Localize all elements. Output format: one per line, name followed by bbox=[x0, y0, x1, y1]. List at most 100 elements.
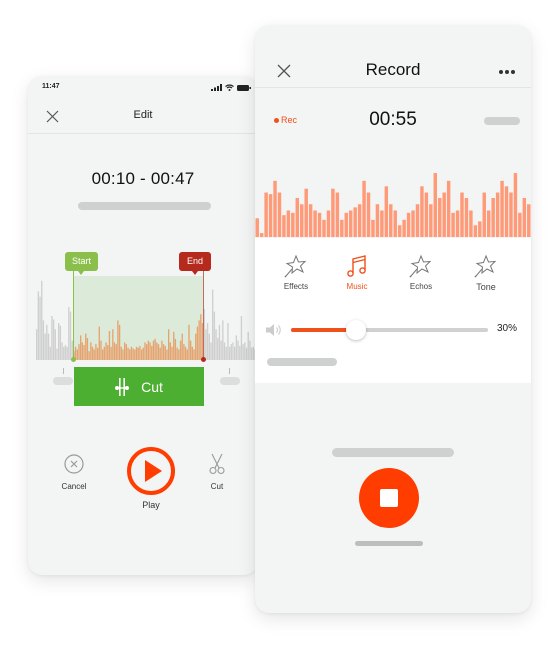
waveform-bar bbox=[157, 344, 160, 360]
cut-selection-button[interactable]: Cut bbox=[74, 367, 204, 406]
waveform-bar bbox=[451, 212, 455, 237]
waveform-bar bbox=[36, 329, 38, 360]
start-marker-line[interactable] bbox=[73, 271, 74, 360]
waveform-bar bbox=[486, 210, 491, 237]
waveform-bar bbox=[469, 210, 473, 237]
waveform-bar bbox=[59, 325, 62, 360]
waveform-bar bbox=[93, 349, 95, 360]
waveform-bar bbox=[151, 345, 153, 360]
waveform-bar bbox=[375, 204, 380, 237]
waveform-bar bbox=[198, 320, 200, 360]
play-button[interactable]: Play bbox=[125, 446, 177, 510]
waveform-bar bbox=[88, 351, 90, 360]
waveform-bar bbox=[46, 324, 48, 360]
waveform-bar bbox=[52, 319, 55, 360]
effect-echos[interactable]: Echos bbox=[396, 254, 446, 291]
waveform-bar bbox=[206, 323, 209, 360]
waveform-bar bbox=[205, 329, 207, 360]
volume-slider[interactable] bbox=[291, 320, 488, 340]
waveform-bar bbox=[69, 311, 72, 360]
effect-label: Tone bbox=[476, 282, 496, 292]
waveform-bar bbox=[300, 204, 304, 237]
waveform-bar bbox=[183, 344, 185, 360]
effect-label: Echos bbox=[409, 282, 433, 291]
edit-screen: 11:47 Edit 00:10 - 00:47 Start End Cut C… bbox=[28, 76, 258, 575]
waveform-bar bbox=[518, 212, 522, 237]
waveform-bar bbox=[142, 347, 144, 360]
waveform-bar bbox=[103, 346, 106, 360]
effect-tone[interactable]: Tone bbox=[461, 254, 511, 292]
waveform-bar bbox=[240, 316, 243, 360]
more-options-icon[interactable] bbox=[499, 70, 515, 74]
waveform-bar bbox=[127, 347, 129, 360]
stop-record-button[interactable] bbox=[359, 468, 419, 528]
magic-star-icon bbox=[409, 254, 432, 278]
waveform-bar bbox=[322, 219, 326, 237]
signal-icon bbox=[211, 84, 222, 91]
waveform-bar bbox=[286, 210, 291, 237]
waveform-bar bbox=[152, 340, 155, 360]
record-screen: Record Rec 00:55 Effects Music Echos Ton… bbox=[255, 25, 531, 613]
cancel-label: Cancel bbox=[61, 482, 87, 491]
waveform-bar bbox=[230, 344, 232, 360]
waveform-bar bbox=[446, 180, 451, 237]
waveform-bar bbox=[264, 192, 268, 237]
waveform-bar bbox=[308, 204, 313, 237]
waveform-bar bbox=[527, 204, 531, 237]
end-handle[interactable]: End bbox=[179, 252, 211, 271]
start-handle[interactable]: Start bbox=[65, 252, 98, 271]
waveform-bar bbox=[252, 346, 254, 360]
waveform-bar bbox=[326, 210, 331, 237]
waveform-bar bbox=[115, 344, 117, 360]
effect-effects[interactable]: Effects bbox=[271, 254, 321, 291]
split-icon bbox=[115, 377, 130, 396]
waveform-bar bbox=[504, 186, 509, 237]
waveform-bar bbox=[313, 210, 317, 237]
timeline-label bbox=[220, 377, 240, 385]
waveform-bar bbox=[215, 329, 217, 360]
start-tag-pointer bbox=[78, 271, 84, 275]
waveform-bar bbox=[295, 198, 300, 237]
waveform-bar bbox=[380, 210, 384, 237]
waveform-bar bbox=[234, 346, 236, 360]
waveform-bar bbox=[217, 338, 219, 360]
waveform-bar bbox=[500, 180, 504, 237]
waveform-bar bbox=[249, 340, 251, 360]
music-note-icon bbox=[347, 255, 366, 277]
play-label: Play bbox=[142, 500, 160, 510]
waveform-bar bbox=[200, 314, 202, 360]
waveform-bar bbox=[495, 192, 500, 237]
effect-label: Effects bbox=[283, 282, 309, 291]
waveform-bar bbox=[242, 344, 244, 360]
placeholder-bar bbox=[355, 541, 423, 546]
waveform-bar bbox=[169, 342, 172, 360]
cancel-button[interactable]: Cancel bbox=[56, 454, 92, 491]
time-range: 00:10 - 00:47 bbox=[91, 169, 195, 188]
waveform-bar bbox=[464, 198, 469, 237]
waveform-bar bbox=[317, 212, 322, 237]
waveform-bar bbox=[438, 198, 442, 237]
waveform-bar bbox=[56, 348, 58, 360]
speaker-icon bbox=[266, 324, 281, 336]
waveform-bar bbox=[522, 198, 527, 237]
end-marker-dot[interactable] bbox=[201, 357, 206, 362]
waveform-bar bbox=[132, 348, 134, 360]
cut-button[interactable]: Cut bbox=[202, 453, 232, 491]
waveform-bar bbox=[389, 204, 393, 237]
waveform-bar bbox=[250, 347, 253, 360]
start-marker-dot[interactable] bbox=[71, 357, 76, 362]
waveform-bar bbox=[95, 344, 97, 360]
waveform-bar bbox=[239, 345, 241, 360]
waveform-bar bbox=[37, 291, 40, 360]
waveform-bar bbox=[66, 346, 68, 360]
waveform-bar bbox=[190, 340, 192, 360]
volume-slider-thumb[interactable] bbox=[346, 320, 366, 340]
waveform-bar bbox=[41, 280, 43, 360]
waveform-bar bbox=[353, 207, 357, 237]
end-tag-pointer bbox=[192, 271, 198, 275]
battery-icon bbox=[237, 84, 251, 91]
end-marker-line[interactable] bbox=[203, 271, 204, 360]
effect-music[interactable]: Music bbox=[332, 254, 382, 291]
waveform-bar bbox=[64, 345, 67, 360]
waveform-bar bbox=[184, 346, 187, 360]
